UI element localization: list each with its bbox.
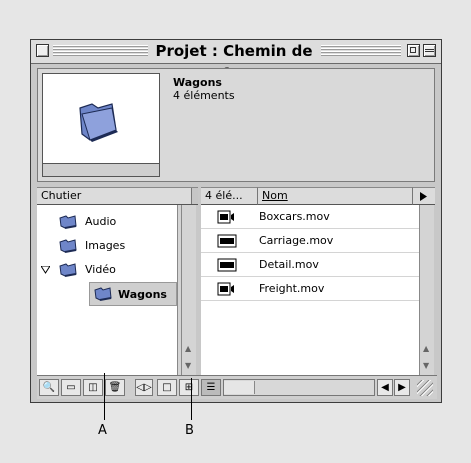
resize-grip[interactable] xyxy=(417,380,433,396)
bin-item-label: Wagons xyxy=(118,288,167,301)
thumbnail-view-icon[interactable]: ⊞ xyxy=(179,379,199,396)
bin-column-label: Chutier xyxy=(41,189,82,202)
bin-item-label: Audio xyxy=(85,215,117,228)
collapse-box[interactable] xyxy=(423,44,436,57)
scroll-down-arrow-icon[interactable]: ▼ xyxy=(185,362,191,370)
callout-a-label: A xyxy=(98,423,107,438)
new-item-icon[interactable]: ◫ xyxy=(83,379,103,396)
triangle-right-icon xyxy=(420,192,427,201)
close-box[interactable] xyxy=(36,44,49,57)
preview-thumbnail[interactable] xyxy=(42,73,160,177)
title-bar-stripes xyxy=(53,45,148,57)
clip-row[interactable]: Freight.mov xyxy=(201,277,419,301)
clip-scrollbar[interactable]: ▲ ▼ xyxy=(419,205,434,375)
disclosure-triangle-icon[interactable] xyxy=(41,266,50,274)
scroll-up-arrow-icon[interactable]: ▲ xyxy=(423,345,429,353)
zoom-box[interactable] xyxy=(407,44,420,57)
name-column-header[interactable]: Nom xyxy=(258,187,413,205)
callout-b-label: B xyxy=(185,423,194,438)
project-window: Projet : Chemin de fer Wagons 4 éléments… xyxy=(30,39,442,403)
folder-icon xyxy=(59,215,77,229)
clip-row[interactable]: Carriage.mov xyxy=(201,229,419,253)
scroll-thumb[interactable] xyxy=(224,381,255,394)
window-title: Projet : Chemin de fer xyxy=(149,40,319,83)
clip-name: Wagons xyxy=(173,76,222,89)
preview-bar xyxy=(43,163,159,176)
scroll-up-arrow-icon[interactable]: ▲ xyxy=(185,345,191,353)
name-column-label: Nom xyxy=(262,189,288,202)
list-view-icon[interactable]: ☰ xyxy=(201,379,221,396)
clip-row[interactable]: Detail.mov xyxy=(201,253,419,277)
folder-icon xyxy=(79,103,118,142)
preview-area: Wagons 4 éléments xyxy=(37,68,435,182)
bin-list[interactable]: Audio Images Vidéo Wagons xyxy=(37,205,177,375)
clip-row[interactable]: Boxcars.mov xyxy=(201,205,419,229)
column-resize-handle[interactable] xyxy=(191,188,198,204)
folder-icon xyxy=(59,263,77,277)
scroll-left-arrow-icon[interactable]: ◀ xyxy=(377,379,393,396)
bin-item-label: Vidéo xyxy=(85,263,116,276)
count-column-header[interactable]: 4 élé... xyxy=(201,187,258,205)
scroll-right-arrow-icon[interactable]: ▶ xyxy=(394,379,410,396)
bin-item-label: Images xyxy=(85,239,126,252)
scroll-down-arrow-icon[interactable]: ▼ xyxy=(423,362,429,370)
audio-video-clip-icon xyxy=(217,282,234,296)
video-clip-icon xyxy=(217,234,237,248)
bin-scrollbar[interactable]: ▲ ▼ xyxy=(181,205,196,375)
callout-a-line xyxy=(104,373,105,420)
clip-list[interactable]: Boxcars.mov Carriage.mov Detail.mov Frei… xyxy=(201,205,419,375)
audio-video-clip-icon xyxy=(217,210,234,224)
column-scroll-button[interactable] xyxy=(413,187,435,205)
item-count: 4 éléments xyxy=(173,89,235,102)
bottom-toolbar: 🔍 ▭ ◫ 🗑 ◁▷ □ ⊞ ☰ ◀ ▶ xyxy=(37,375,437,399)
icon-view-icon[interactable]: □ xyxy=(157,379,177,396)
folder-icon xyxy=(59,239,77,253)
title-bar[interactable]: Projet : Chemin de fer xyxy=(31,40,441,83)
new-bin-folder-icon[interactable]: ▭ xyxy=(61,379,81,396)
title-bar-stripes-right xyxy=(321,45,401,57)
video-clip-icon xyxy=(217,258,237,272)
splitter-drag-icon[interactable]: ◁▷ xyxy=(135,379,153,396)
callout-b-line xyxy=(191,378,192,420)
folder-icon xyxy=(94,287,112,301)
horizontal-scrollbar[interactable] xyxy=(223,379,375,396)
clip-name: Freight.mov xyxy=(259,282,325,295)
bin-column-header[interactable]: Chutier xyxy=(37,187,198,205)
clip-name: Carriage.mov xyxy=(259,234,334,247)
clip-name: Boxcars.mov xyxy=(259,210,330,223)
find-binoculars-icon[interactable]: 🔍 xyxy=(39,379,59,396)
count-column-label: 4 élé... xyxy=(205,189,243,202)
clip-name: Detail.mov xyxy=(259,258,319,271)
trash-icon[interactable]: 🗑 xyxy=(105,379,125,396)
bin-item-wagons-selected[interactable]: Wagons xyxy=(89,282,177,306)
